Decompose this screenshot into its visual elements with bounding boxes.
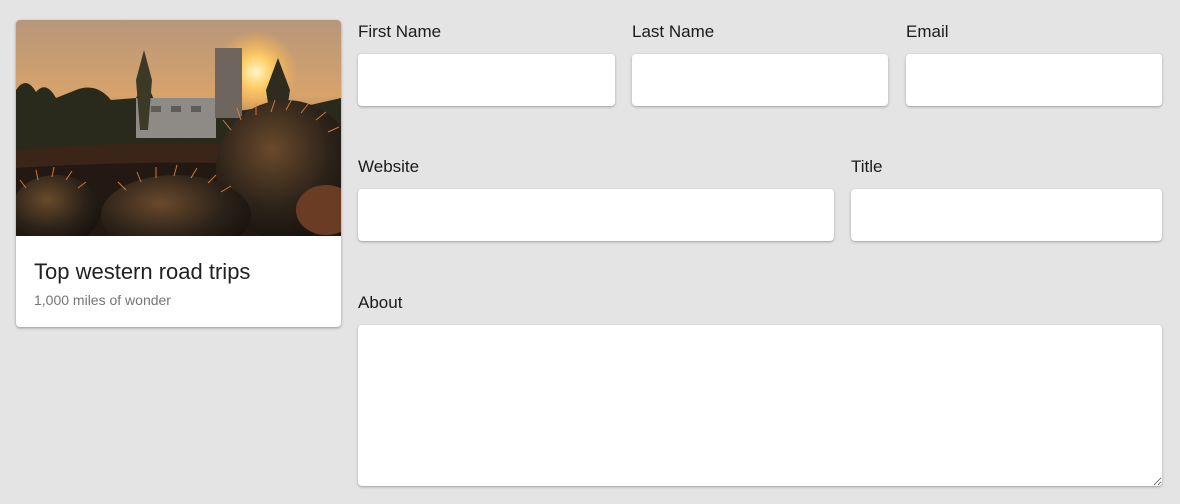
card-photo-cactus-sunset xyxy=(16,20,341,236)
about-label: About xyxy=(358,293,403,312)
last-name-label: Last Name xyxy=(632,22,715,41)
first-name-field[interactable] xyxy=(358,54,615,106)
first-name-label: First Name xyxy=(358,22,442,41)
about-textarea[interactable] xyxy=(358,325,1162,486)
title-label: Title xyxy=(851,157,883,176)
last-name-field[interactable] xyxy=(632,54,888,106)
email-label: Email xyxy=(906,22,949,41)
website-field[interactable] xyxy=(358,189,834,241)
title-field[interactable] xyxy=(851,189,1162,241)
email-field[interactable] xyxy=(906,54,1162,106)
card-subtitle: 1,000 miles of wonder xyxy=(34,292,171,308)
road-trip-card[interactable]: Top western road trips 1,000 miles of wo… xyxy=(16,20,341,327)
card-title: Top western road trips xyxy=(34,259,251,284)
website-label: Website xyxy=(358,157,420,176)
